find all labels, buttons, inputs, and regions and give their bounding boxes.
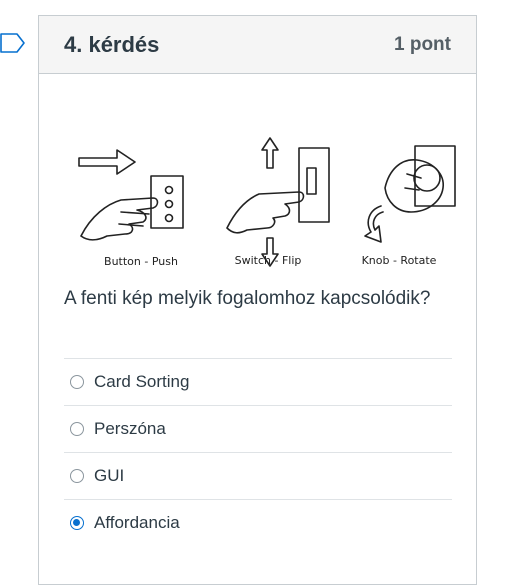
flag-question-icon[interactable] [0,32,26,54]
answer-label: GUI [94,466,125,485]
answer-option[interactable]: Perszóna [64,405,452,452]
answer-option[interactable]: Card Sorting [64,358,452,405]
question-title: 4. kérdés [64,31,160,57]
radio-button[interactable] [70,375,84,389]
question-points: 1 pont [394,33,451,55]
answer-label: Card Sorting [94,372,190,391]
radio-button[interactable] [70,469,84,483]
answer-label: Affordancia [94,513,180,532]
knob-rotate-drawing [364,145,456,243]
question-text: A fenti kép melyik fogalomhoz kapcsolódi… [64,288,431,309]
answer-list: Card Sorting Perszóna GUI Affordancia [64,358,452,546]
answer-option[interactable]: Affordancia [64,499,452,546]
switch-flip-drawing [226,137,330,267]
question-card: 4. kérdés 1 pont Button - Push Switch - … [38,15,477,585]
radio-button[interactable] [70,422,84,436]
question-header: 4. kérdés 1 pont [39,16,476,74]
answer-label: Perszóna [94,419,166,438]
answer-option[interactable]: GUI [64,452,452,499]
caption-knob-rotate: Knob - Rotate [362,254,437,267]
affordance-illustration: Button - Push Switch - Flip Knob - Rotat… [78,137,456,268]
radio-button[interactable] [70,516,84,530]
caption-button-push: Button - Push [104,255,178,268]
caption-switch-flip: Switch - Flip [235,254,302,267]
button-push-drawing [78,149,184,241]
